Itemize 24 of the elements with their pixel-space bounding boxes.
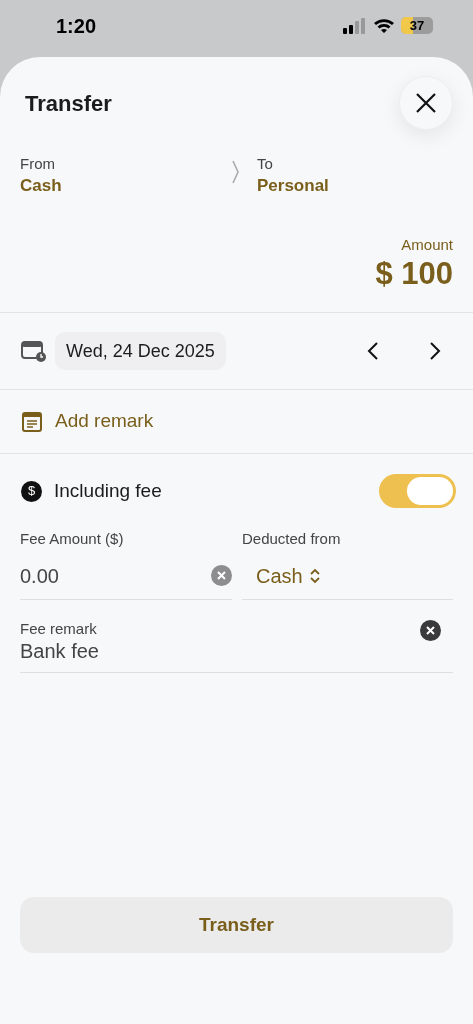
dollar-coin-icon: $ [21,480,42,502]
signal-icon [343,17,367,34]
fee-toggle-label: Including fee [54,478,162,503]
deducted-from-field[interactable]: Deducted from Cash [242,528,453,600]
to-account[interactable]: To Personal [257,153,329,196]
up-down-chevron-icon [308,566,321,585]
add-remark-button[interactable]: Add remark [0,390,473,454]
chevron-right-icon [429,341,441,361]
fee-amount-field[interactable]: Fee Amount ($) 0.00 [20,528,232,600]
fee-remark-field[interactable]: Fee remark Bank fee [20,617,453,673]
date-button[interactable]: Wed, 24 Dec 2025 [55,332,226,370]
calendar-clock-icon [21,340,47,362]
wifi-icon [373,17,395,34]
amount-display[interactable]: Amount $ 100 [0,233,473,313]
chevron-left-icon [367,341,379,361]
close-icon [415,92,437,114]
note-icon [22,411,42,432]
from-account[interactable]: From Cash [20,153,230,196]
fee-toggle-switch[interactable] [379,474,456,508]
clear-icon[interactable] [420,620,441,642]
status-time: 1:20 [56,13,97,39]
chevron-right-icon [231,160,240,184]
sheet-title: Transfer [25,89,112,118]
transfer-button[interactable]: Transfer [20,897,453,953]
